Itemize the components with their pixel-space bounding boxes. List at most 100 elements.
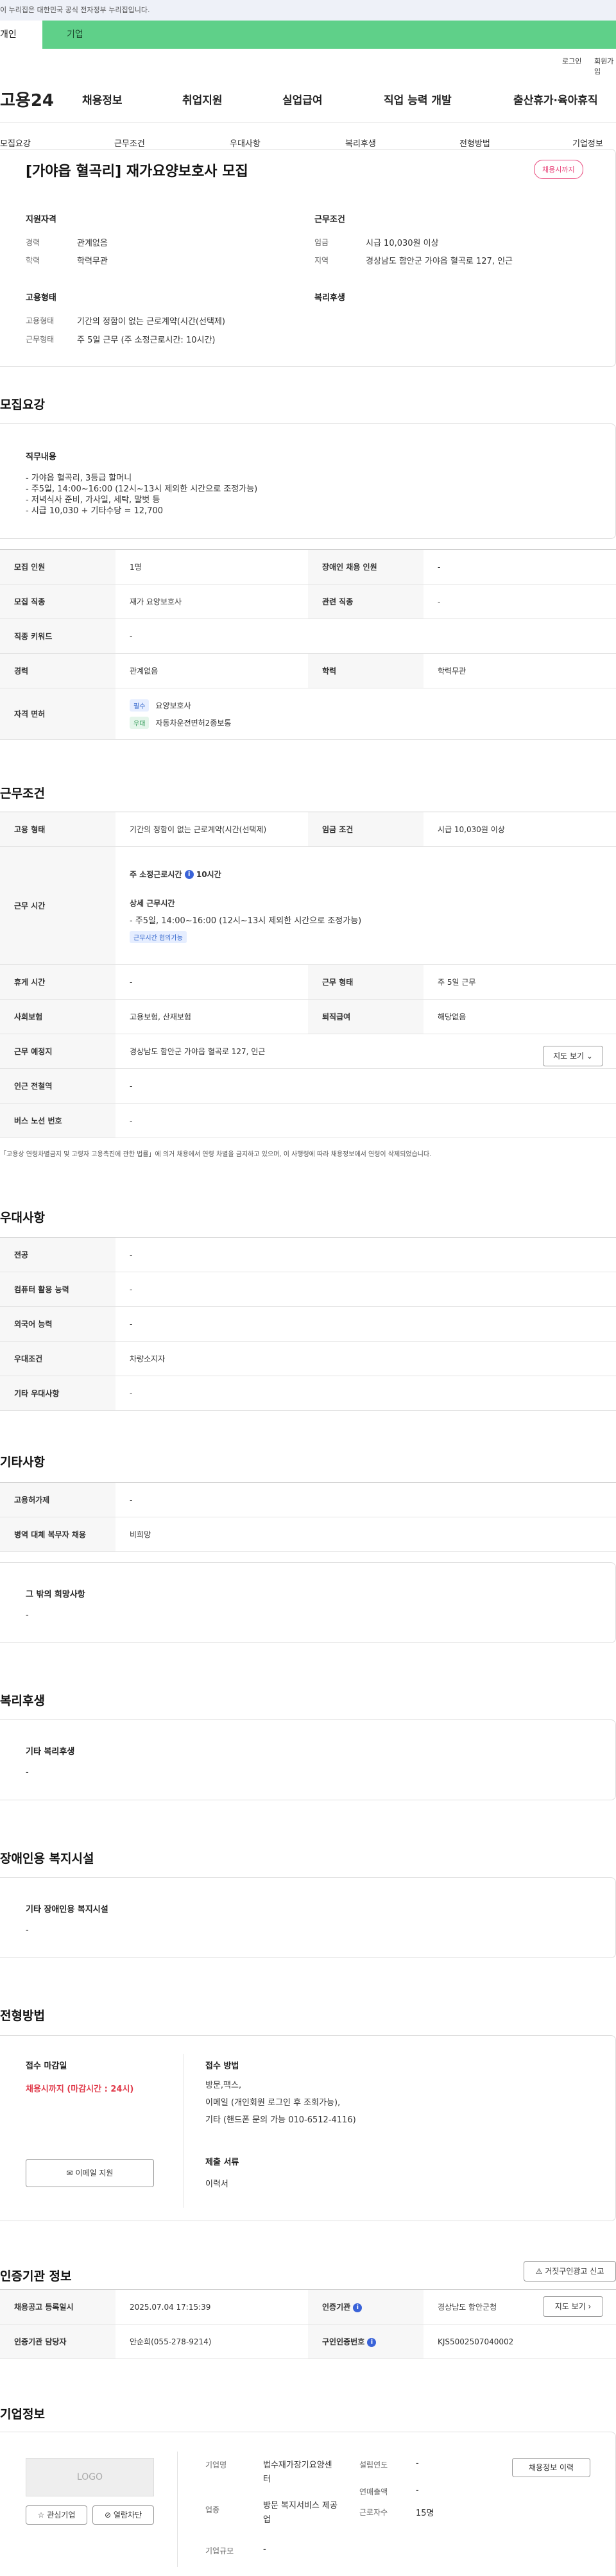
deadline-heading: 접수 마감일 [26,2061,67,2071]
report-fake-ad-button[interactable]: ⚠ 거짓구인광고 신고 [524,2261,616,2282]
org-info-icon[interactable]: i [353,2303,363,2312]
menu-employment-support[interactable]: 취업지원 [182,91,223,107]
login-link[interactable]: 로그인 [562,56,581,66]
military-label: 병역 대체 복무자 채용 [0,1517,116,1552]
employ-permit-value: - [116,1482,616,1517]
menu-jobs[interactable]: 채용정보 [82,91,123,107]
cert-table: 채용공고 등록일시 2025.07.04 17:15:39 인증기관 i 경상남도 함… [0,2289,616,2359]
summary-card: [가야읍 혈곡리] 재가요양보호사 모집 채용시까지 지원자격 경력 관계없음 … [0,149,616,367]
keyword-value: - [116,618,616,654]
welfare-card: 기타 복리후생 - [0,1719,616,1800]
emp-type-label: 고용형태 [26,316,55,325]
docs-heading: 제출 서류 [205,2158,239,2167]
anchor-work[interactable]: 근무조건 [114,137,145,149]
company-name-label: 기업명 [205,2461,227,2469]
lang-label: 외국어 능력 [0,1306,116,1342]
block-view-button[interactable]: ⊘ 열람차단 [92,2505,154,2525]
info-icon[interactable]: i [184,870,194,879]
other-wish-heading: 그 밖의 희망사항 [26,1590,85,1599]
manager-label: 인증기관 담당자 [0,2324,116,2359]
block-icon: ⊘ [104,2511,112,2520]
anchor-welfare[interactable]: 복리후생 [345,137,376,149]
disabled-label: 장애인 채용 인원 [308,549,424,584]
disabled-value: - [424,549,616,584]
count-value: 1명 [116,549,308,584]
reg-label: 채용공고 등록일시 [0,2289,116,2324]
wk-retire-value: 해당없음 [424,999,616,1034]
job-history-button[interactable]: 채용정보 이력 [512,2458,590,2477]
wk-bus-value: - [116,1103,616,1138]
menu-unemployment[interactable]: 실업급여 [282,91,323,107]
duty-card: 직무내용 - 가야읍 혈곡리, 3등급 할머니 - 주5일, 14:00~16:… [0,423,616,539]
wk-hours-cell: 주 소정근로시간 i 10시간 상세 근무시간 - 주5일, 14:00~16:… [116,846,616,965]
hours-negotiable-tag: 근무시간 협의가능 [130,930,187,943]
age-notice: 「고용상 연령차별금지 및 고령자 고용촉진에 관한 법률」에 의거 채용에서 … [0,1151,432,1158]
pref-etc-value: - [116,1376,616,1411]
wk-insurance-value: 고용보험, 산재보험 [116,999,308,1034]
anchor-pref[interactable]: 우대사항 [230,137,261,149]
pref-etc-label: 기타 우대사항 [0,1376,116,1411]
duty-heading: 직무내용 [26,452,56,462]
recruit-section-title: 모집요강 [0,398,45,412]
wk-subway-label: 인근 전철역 [0,1068,116,1104]
license-required: 요양보호사 [155,701,191,710]
email-apply-button[interactable]: ✉ 이메일 지원 [26,2159,154,2187]
related-value: - [424,584,616,619]
job-no-label: 구인인증번호 [322,2337,365,2346]
military-value: 비희망 [116,1517,616,1552]
wk-place-value: 경상남도 함안군 가야읍 혈곡로 127, 인근 [116,1034,616,1069]
cert-map-label: 지도 보기 [554,2302,586,2311]
tab-individual[interactable]: 개인 [0,21,42,49]
recruit-table: 모집 인원 1명 장애인 채용 인원 - 모집 직종 재가 요양보호사 관련 직종 - 직종… [0,549,616,740]
cert-section-title: 인증기관 정보 [0,2269,72,2283]
emp-type-value: 기간의 정함이 없는 근로계약(시간(선택제) [77,317,225,327]
other-wish-card: 그 밖의 희망사항 - [0,1562,616,1643]
menu-training[interactable]: 직업 능력 개발 [384,91,452,107]
edu-label: 학력 [26,256,40,265]
work-map-button[interactable]: 지도 보기 ⌄ [543,1046,603,1066]
mail-icon: ✉ [66,2169,73,2178]
wk-worktype-value: 주 5일 근무 [424,964,616,1000]
global-nav: 고용24 채용정보 취업지원 실업급여 직업 능력 개발 출산휴가·육아휴직 [0,72,616,123]
site-logo[interactable]: 고용24 [0,87,54,111]
tab-enterprise[interactable]: 기업 [67,21,83,49]
industry-label: 업종 [205,2505,220,2514]
company-name-value: 법수재가장기요양센터 [263,2461,332,2484]
menu-parental-leave[interactable]: 출산휴가·육아휴직 [513,91,598,107]
anchor-selection[interactable]: 전형방법 [459,137,490,149]
work-section-title: 근무조건 [0,787,45,801]
computer-value: - [116,1272,616,1307]
rc-edu-value: 학력무관 [424,653,616,688]
career-label: 경력 [26,238,40,247]
other-wish-value: - [26,1610,29,1620]
job-no-value: KJS5002507040002 [424,2324,616,2359]
wk-wage-value: 시급 10,030원 이상 [424,812,616,847]
deadline-badge: 채용시까지 [534,160,583,179]
deadline-value: 채용시까지 (마감시간 : 24시) [26,2085,134,2094]
lang-value: - [116,1306,616,1342]
work-map-button-label: 지도 보기 [553,1052,585,1061]
manager-value: 안순희(055-278-9214) [116,2324,308,2359]
disabled-etc-heading: 기타 장애인용 복지시설 [26,1905,108,1915]
cert-map-button[interactable]: 지도 보기 › [543,2296,603,2317]
wk-wage-label: 임금 조건 [308,812,424,847]
anchor-recruit[interactable]: 모집요강 [0,137,31,149]
interest-company-button[interactable]: ☆ 관심기업 [26,2505,87,2525]
industry-value: 방문 복지서비스 제공업 [263,2501,338,2525]
anchor-company[interactable]: 기업정보 [572,137,603,149]
report-fake-ad-label: 거짓구인광고 신고 [545,2267,604,2276]
interest-company-label: 관심기업 [47,2511,76,2520]
wk-subway-value: - [116,1068,616,1104]
chevron-down-icon: ⌄ [586,1052,593,1061]
welfare-etc-value: - [26,1768,29,1777]
job-no-info-icon[interactable]: i [367,2337,377,2347]
job-value: 재가 요양보호사 [116,584,308,619]
welfare-section-title: 복리후생 [0,1694,45,1708]
etc-table: 고용허가제 - 병역 대체 복무자 채용 비희망 [0,1482,616,1552]
wk-place-label: 근무 예정지 [0,1034,116,1069]
etc-section-title: 기타사항 [0,1455,45,1469]
wk-retire-label: 퇴직급여 [308,999,424,1034]
disabled-card: 기타 장애인용 복지시설 - [0,1877,616,1958]
company-card: LOGO ☆ 관심기업 ⊘ 열람차단 기업명 법수재가장기요양센터 설립연도 -… [0,2432,616,2576]
weekly-hours-value: 10시간 [196,869,221,879]
